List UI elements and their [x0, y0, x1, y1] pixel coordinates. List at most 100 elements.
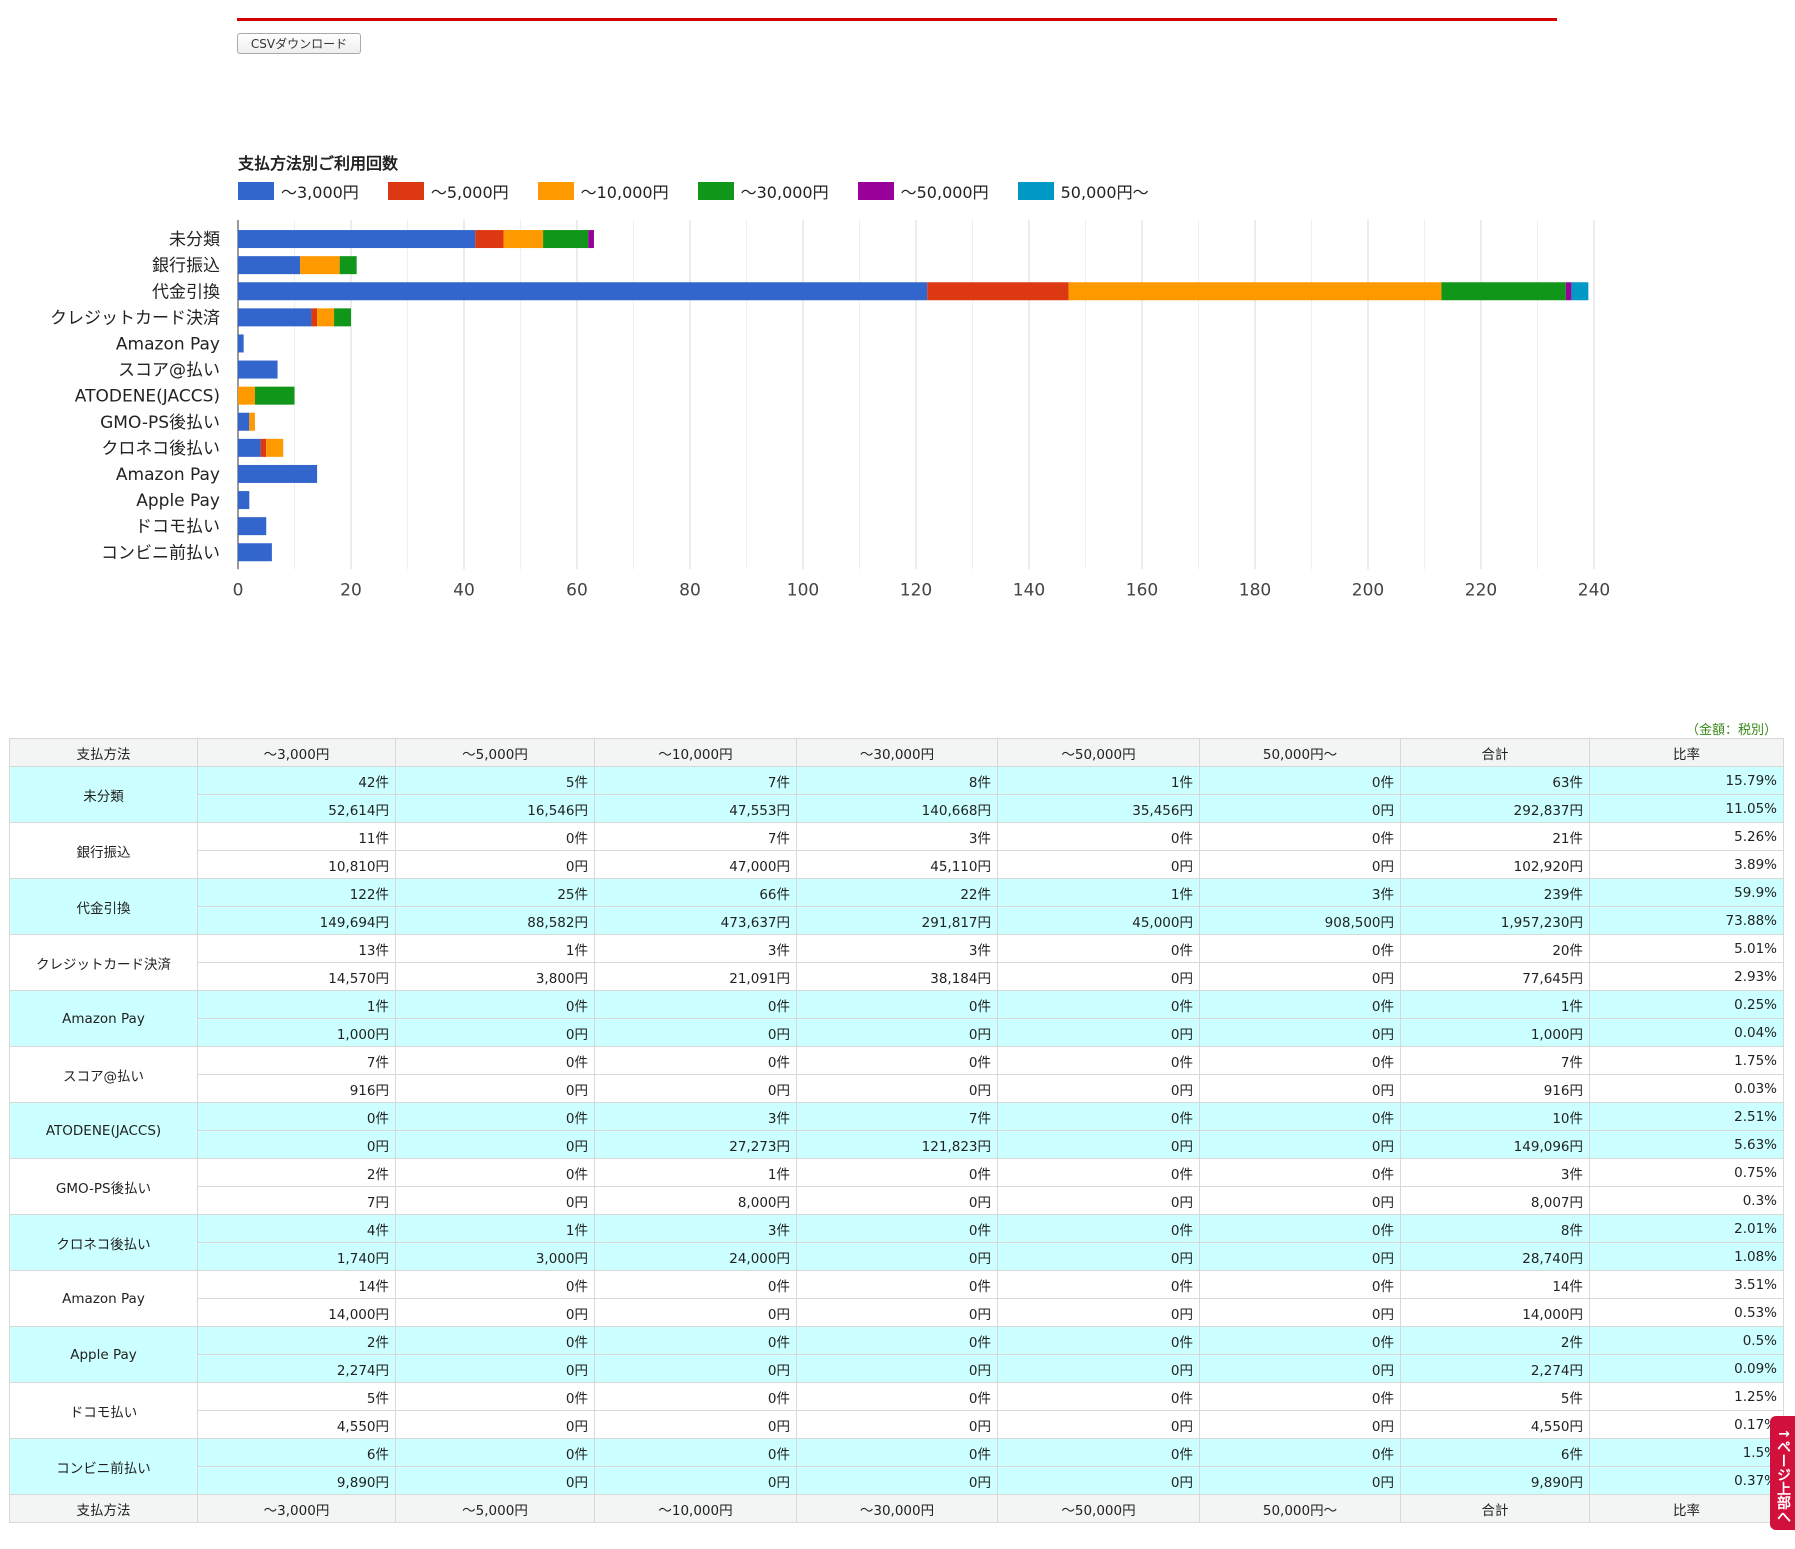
amount-cell: 8,000円: [594, 1186, 797, 1215]
column-header: ～10,000円: [594, 1494, 797, 1523]
count-cell: 2件: [197, 1158, 396, 1187]
table-row: 52,614円 16,546円 47,553円 140,668円 35,456円 0円 29…: [10, 794, 1784, 823]
count-cell: 0件: [1199, 1382, 1401, 1411]
count-cell: 0件: [796, 1158, 998, 1187]
bar-segment: [238, 412, 250, 431]
count-cell: 0件: [1199, 1046, 1401, 1075]
bar-segment: [249, 412, 255, 431]
count-cell: 0件: [395, 1326, 595, 1355]
amount-cell: 4,550円: [197, 1410, 396, 1439]
category-label: Apple Pay: [136, 491, 220, 511]
count-cell: 11件: [197, 822, 396, 851]
amount-cell: 3,800円: [395, 962, 595, 991]
count-cell: 0件: [796, 990, 998, 1019]
column-header: ～50,000円: [997, 1494, 1200, 1523]
x-tick-label: 220: [1465, 580, 1497, 600]
count-cell: 4件: [197, 1214, 396, 1243]
amount-cell: 38,184円: [796, 962, 998, 991]
csv-download-button[interactable]: CSVダウンロード: [237, 33, 361, 54]
table-row: Amazon Pay 14件 0件 0件 0件 0件 0件 14件 3.51%: [9, 1270, 1784, 1327]
column-header: ～30,000円: [796, 738, 998, 767]
column-header: ～5,000円: [395, 1494, 595, 1523]
table-row: 0円 0円 27,273円 121,823円 0円 0円 149,096円 5.63%: [10, 1130, 1784, 1159]
bar-segment: [588, 230, 594, 249]
amount-cell: 0円: [395, 1130, 595, 1159]
count-cell: 1件: [197, 990, 396, 1019]
legend-swatch: [387, 182, 424, 200]
count-cell: 0件: [395, 822, 595, 851]
amount-cell: 0円: [594, 1410, 797, 1439]
count-cell: 1件: [997, 878, 1200, 907]
amount-cell: 0.37%: [1589, 1466, 1784, 1495]
legend-item: ～5,000円: [387, 179, 509, 203]
table-row: 1,740円 3,000円 24,000円 0円 0円 0円 28,740円 1.08%: [10, 1242, 1784, 1271]
count-cell: 0件: [1199, 1438, 1401, 1467]
amount-cell: 0円: [796, 1186, 998, 1215]
count-cell: 1件: [395, 934, 595, 963]
count-cell: 66件: [594, 878, 797, 907]
count-cell: 0件: [997, 1046, 1200, 1075]
count-cell: 7件: [796, 1102, 998, 1131]
amount-cell: 292,837円: [1400, 794, 1590, 823]
amount-cell: 102,920円: [1400, 850, 1590, 879]
column-header: ～5,000円: [395, 738, 595, 767]
x-tick-label: 0: [233, 580, 244, 600]
count-cell: 0.75%: [1589, 1158, 1784, 1187]
count-cell: 2.51%: [1589, 1102, 1784, 1131]
bar-segment: [927, 282, 1069, 301]
amount-cell: 0.04%: [1589, 1018, 1784, 1047]
count-cell: 6件: [197, 1438, 396, 1467]
amount-cell: 0円: [796, 1018, 998, 1047]
count-cell: 0件: [997, 822, 1200, 851]
legend-swatch: [857, 182, 894, 200]
table-footer: 支払方法 ～3,000円 ～5,000円 ～10,000円 ～30,000円 ～50,00…: [9, 1494, 1784, 1523]
count-cell: 42件: [197, 766, 396, 795]
count-cell: 0件: [594, 1438, 797, 1467]
amount-cell: 916円: [197, 1074, 396, 1103]
payment-method-name: 未分類: [9, 766, 198, 823]
bar-segment: [317, 308, 335, 327]
amount-cell: 0円: [997, 1242, 1200, 1271]
count-cell: 0件: [997, 934, 1200, 963]
count-cell: 0件: [197, 1102, 396, 1131]
count-cell: 1件: [395, 1214, 595, 1243]
table-row: 10,810円 0円 47,000円 45,110円 0円 0円 102,920円 3.89%: [10, 850, 1784, 879]
amount-cell: 1.08%: [1589, 1242, 1784, 1271]
category-label: 代金引換: [152, 282, 220, 302]
column-header: 合計: [1400, 738, 1590, 767]
count-cell: 3件: [796, 822, 998, 851]
count-cell: 0件: [1199, 1270, 1401, 1299]
amount-cell: 14,000円: [1400, 1298, 1590, 1327]
table-row: 7円 0円 8,000円 0円 0円 0円 8,007円 0.3%: [10, 1186, 1784, 1215]
column-header: ～30,000円: [796, 1494, 998, 1523]
table-row: クロネコ後払い 4件 1件 3件 0件 0件 0件 8件 2.01%: [9, 1214, 1784, 1271]
legend-item: ～50,000円: [857, 179, 989, 203]
bar-segment: [238, 386, 255, 405]
amount-cell: 149,096円: [1400, 1130, 1590, 1159]
count-cell: 0件: [796, 1326, 998, 1355]
count-cell: 0件: [1199, 1158, 1401, 1187]
bar-segment: [238, 308, 312, 327]
count-cell: 7件: [197, 1046, 396, 1075]
amount-cell: 0円: [997, 1074, 1200, 1103]
page-top-button[interactable]: ↑ページ上部へ: [1770, 1416, 1795, 1530]
count-cell: 25件: [395, 878, 595, 907]
count-cell: 0件: [1199, 1214, 1401, 1243]
amount-cell: 0円: [594, 1354, 797, 1383]
column-header: ～3,000円: [197, 738, 396, 767]
count-cell: 1.5%: [1589, 1438, 1784, 1467]
amount-cell: 16,546円: [395, 794, 595, 823]
amount-cell: 3,000円: [395, 1242, 595, 1271]
amount-cell: 916円: [1400, 1074, 1590, 1103]
category-label: 未分類: [169, 230, 220, 250]
payment-method-name: ATODENE(JACCS): [9, 1102, 198, 1159]
amount-cell: 9,890円: [1400, 1466, 1590, 1495]
payment-method-name: クロネコ後払い: [9, 1214, 198, 1271]
amount-cell: 24,000円: [594, 1242, 797, 1271]
legend-item: ～3,000円: [238, 179, 359, 203]
column-header: 50,000円～: [1199, 738, 1401, 767]
count-cell: 15.79%: [1589, 766, 1784, 795]
legend-swatch: [238, 182, 274, 200]
category-label: コンビニ前払い: [101, 543, 220, 563]
bar-segment: [238, 517, 267, 536]
